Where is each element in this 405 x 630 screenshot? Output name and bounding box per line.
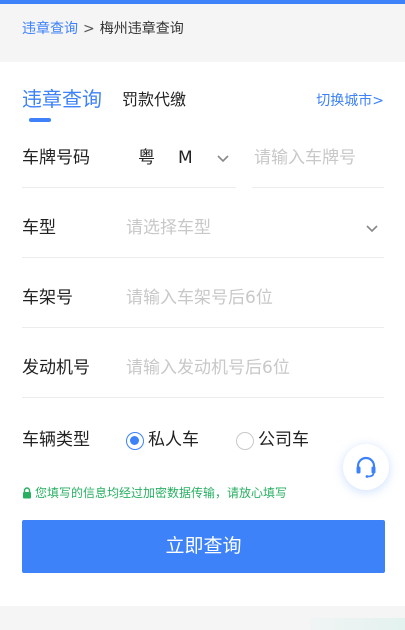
radio-private-label[interactable]: 私人车 — [148, 428, 199, 452]
headset-icon — [356, 456, 376, 478]
engine-row: 发动机号 请输入发动机号后6位 — [22, 338, 384, 398]
tab-bar: 违章查询 罚款代缴 切换城市> — [22, 84, 384, 124]
breadcrumb-separator: > — [83, 21, 95, 37]
plate-label: 车牌号码 — [22, 148, 90, 168]
engine-label: 发动机号 — [22, 358, 90, 378]
submit-query-button[interactable]: 立即查询 — [22, 520, 385, 573]
customer-support-button[interactable] — [343, 444, 389, 490]
radio-private[interactable] — [126, 432, 144, 450]
tab-fine-payment[interactable]: 罚款代缴 — [122, 88, 186, 112]
vehicle-type-row[interactable]: 车型 请选择车型 — [22, 198, 384, 258]
divider — [22, 397, 384, 398]
lock-icon — [23, 487, 31, 499]
switch-city-link[interactable]: 切换城市> — [316, 90, 384, 112]
frame-number-input[interactable]: 请输入车架号后6位 — [126, 286, 273, 310]
owner-type-label: 车辆类型 — [22, 430, 90, 450]
plate-letter-select[interactable]: M — [178, 146, 193, 170]
divider — [22, 187, 236, 188]
plate-number-input[interactable]: 请输入车牌号 — [254, 146, 356, 170]
security-notice-text: 您填写的信息均经过加密数据传输，请放心填写 — [35, 486, 288, 500]
breadcrumb-current: 梅州违章查询 — [99, 21, 184, 37]
divider — [22, 327, 384, 328]
tab-violation-query[interactable]: 违章查询 — [22, 84, 102, 114]
radio-company-label[interactable]: 公司车 — [258, 428, 309, 452]
query-card: 违章查询 罚款代缴 切换城市> 车牌号码 粤 M 请输入车牌号 车型 请选择车型… — [0, 62, 405, 606]
active-tab-indicator — [29, 118, 51, 122]
plate-row: 车牌号码 粤 M 请输入车牌号 — [22, 128, 384, 188]
breadcrumb: 违章查询 > 梅州违章查询 — [22, 18, 184, 40]
plate-province-select[interactable]: 粤 — [138, 146, 155, 170]
vehicle-type-label: 车型 — [22, 218, 56, 238]
breadcrumb-link[interactable]: 违章查询 — [22, 18, 78, 40]
top-accent-bar — [0, 0, 405, 4]
vehicle-type-select[interactable]: 请选择车型 — [126, 216, 211, 240]
chevron-down-icon[interactable] — [215, 150, 231, 166]
security-notice: 您填写的信息均经过加密数据传输，请放心填写 — [22, 484, 287, 502]
frame-label: 车架号 — [22, 288, 73, 308]
owner-type-row: 车辆类型 私人车 公司车 — [22, 412, 384, 472]
chevron-down-icon[interactable] — [364, 220, 380, 236]
divider — [22, 257, 384, 258]
footer-decoration — [310, 618, 405, 630]
engine-number-input[interactable]: 请输入发动机号后6位 — [126, 356, 290, 380]
radio-company[interactable] — [236, 432, 254, 450]
divider — [252, 187, 384, 188]
frame-row: 车架号 请输入车架号后6位 — [22, 268, 384, 328]
